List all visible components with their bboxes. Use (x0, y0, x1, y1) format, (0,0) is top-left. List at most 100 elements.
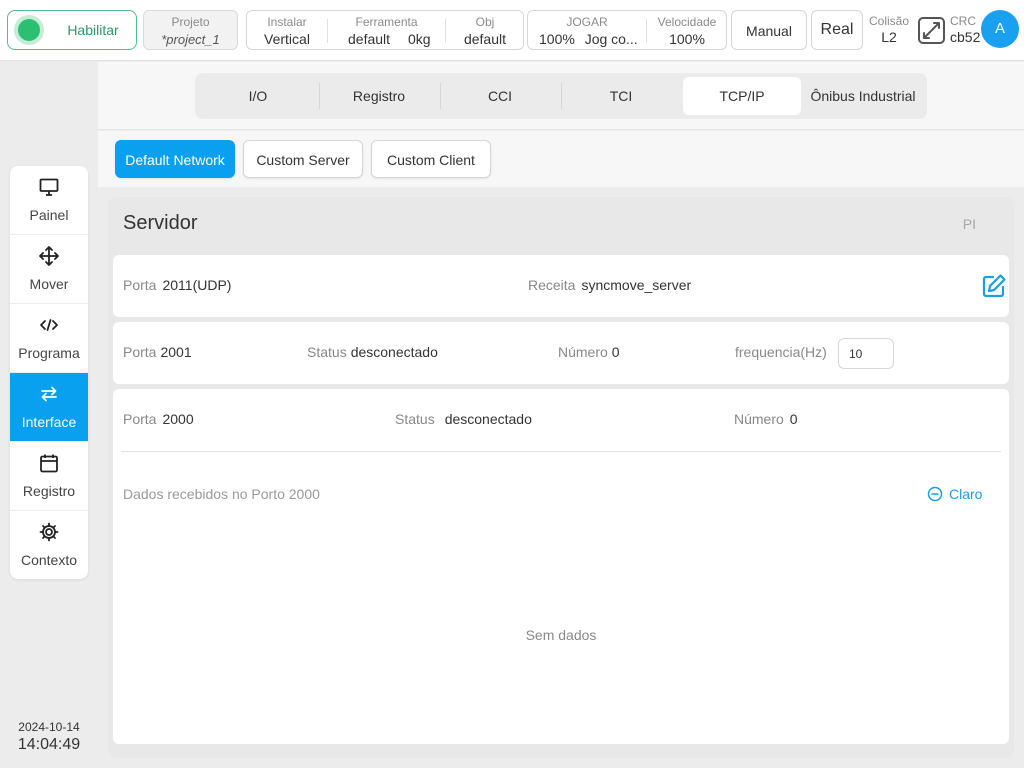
speed-value: 100% (669, 31, 705, 47)
jog-value: 100% Jog co... (528, 31, 646, 47)
enable-status-icon (18, 19, 40, 41)
sidebar-item-programa[interactable]: Programa (10, 304, 88, 373)
tabs-strip: I/O Registro CCI TCI TCP/IP Ônibus Indus… (98, 62, 1024, 130)
edit-icon[interactable] (981, 273, 1007, 299)
sidebar-nav: Painel Mover Programa Interface Registro… (10, 166, 88, 579)
subtab-default-network[interactable]: Default Network (115, 140, 235, 178)
number-value: 0 (611, 344, 620, 360)
recipe-value: syncmove_server (581, 277, 692, 293)
install-label: Instalar (267, 15, 307, 29)
number-field: Número 0 (558, 344, 620, 360)
tab-tci[interactable]: TCI (562, 77, 680, 115)
real-mode-button[interactable]: Real (811, 10, 863, 50)
jog-speed-group: JOGAR 100% Jog co... Velocidade 100% (527, 10, 727, 50)
main-content: I/O Registro CCI TCI TCP/IP Ônibus Indus… (98, 62, 1024, 768)
frequency-field: frequencia(Hz) (735, 344, 827, 360)
sidebar-item-label: Programa (18, 345, 80, 361)
sidebar-item-label: Interface (21, 414, 77, 430)
status-value: desconectado (444, 411, 532, 427)
enable-button[interactable]: Habilitar (7, 10, 137, 50)
date-text: 2024-10-14 (18, 720, 80, 734)
tab-onibus-industrial[interactable]: Ônibus Industrial (804, 77, 922, 115)
number-field: Número 0 (734, 411, 798, 427)
tool-name: default (348, 31, 391, 47)
tab-registro[interactable]: Registro (320, 77, 438, 115)
move-arrows-icon (39, 246, 59, 266)
sidebar-item-label: Mover (29, 276, 69, 292)
frequency-label: frequencia(Hz) (735, 344, 827, 360)
gear-icon (39, 522, 59, 542)
status-label: Status (395, 411, 435, 427)
project-value: *project_1 (161, 32, 220, 47)
collision-status[interactable]: Colisão L2 (869, 14, 909, 45)
subtab-custom-server[interactable]: Custom Server (243, 140, 363, 178)
port-value: 2011(UDP) (162, 277, 232, 293)
time-text: 14:04:49 (17, 736, 81, 753)
sidebar-item-registro[interactable]: Registro (10, 442, 88, 511)
sidebar-item-contexto[interactable]: Contexto (10, 511, 88, 579)
monitor-icon (39, 178, 59, 196)
sidebar-item-painel[interactable]: Painel (10, 166, 88, 235)
clock: 2024-10-14 14:04:49 (0, 720, 98, 754)
divider (121, 451, 1001, 452)
sidebar-item-label: Painel (29, 207, 69, 223)
swap-arrows-icon (41, 386, 57, 402)
crc-value: cb52 (950, 29, 981, 45)
jog-mode: Jog co... (584, 31, 638, 47)
install-selector[interactable]: Instalar Vertical (247, 11, 327, 49)
top-bar: Habilitar Projeto *project_1 Instalar Ve… (0, 0, 1024, 61)
enable-label: Habilitar (67, 22, 119, 38)
subtabs-strip: Default Network Custom Server Custom Cli… (98, 131, 1024, 187)
clear-button[interactable]: Claro (927, 486, 982, 502)
collision-label: Colisão (869, 14, 910, 28)
crc-label: CRC (950, 14, 976, 28)
number-label: Número (558, 344, 608, 360)
sidebar-item-interface[interactable]: Interface (10, 373, 88, 442)
tab-io[interactable]: I/O (199, 77, 317, 115)
port-value: 2001 (160, 344, 192, 360)
status-value: desconectado (350, 344, 438, 360)
frequency-input[interactable] (838, 338, 894, 369)
manual-mode-button[interactable]: Manual (731, 10, 807, 50)
panel-title: Servidor (123, 212, 198, 234)
status-label: Status (307, 344, 347, 360)
number-label: Número (734, 411, 784, 427)
port-label: Porta (123, 277, 157, 293)
tab-bar: I/O Registro CCI TCI TCP/IP Ônibus Indus… (195, 73, 927, 119)
real-label: Real (820, 21, 854, 38)
status-field: Status desconectado (307, 344, 438, 360)
sidebar-item-mover[interactable]: Mover (10, 235, 88, 304)
tool-selector[interactable]: Ferramenta default 0kg (328, 11, 445, 49)
subtab-custom-client[interactable]: Custom Client (371, 140, 491, 178)
minus-circle-icon (927, 486, 943, 502)
empty-state: Sem dados (525, 627, 597, 643)
user-avatar[interactable]: A (981, 10, 1019, 48)
collision-value: L2 (881, 29, 897, 45)
obj-value: default (463, 31, 507, 47)
number-value: 0 (789, 411, 798, 427)
recipe-label: Receita (528, 277, 576, 293)
calendar-icon (40, 454, 58, 473)
port-label: Porta (123, 344, 157, 360)
project-selector[interactable]: Projeto *project_1 (143, 10, 238, 50)
jog-percent: 100% (539, 31, 575, 47)
tab-cci[interactable]: CCI (441, 77, 559, 115)
udp-server-card: Porta 2011(UDP) Receita syncmove_server (113, 255, 1009, 317)
jog-selector[interactable]: JOGAR 100% Jog co... (528, 11, 646, 49)
port-field: Porta 2001 (123, 344, 192, 360)
server-panel: Servidor PI Porta 2011(UDP) Receita syncmo… (108, 197, 1014, 758)
tool-value: default 0kg (328, 31, 445, 47)
speed-selector[interactable]: Velocidade 100% (647, 11, 727, 49)
recipe-field: Receita syncmove_server (528, 277, 691, 293)
install-value: Vertical (264, 31, 310, 47)
obj-selector[interactable]: Obj default (446, 11, 524, 49)
crc-status: CRC cb52 (950, 14, 980, 45)
sidebar-item-label: Contexto (20, 552, 78, 568)
port-2001-card: Porta 2001 Status desconectado Número 0 fre… (113, 322, 1009, 384)
expand-icon[interactable] (917, 16, 946, 45)
code-icon (40, 319, 58, 331)
port-2000-card: Porta 2000 Status desconectado Número 0 Dad… (113, 389, 1009, 744)
tab-tcpip[interactable]: TCP/IP (683, 77, 801, 115)
manual-label: Manual (746, 23, 792, 39)
speed-label: Velocidade (657, 15, 717, 29)
